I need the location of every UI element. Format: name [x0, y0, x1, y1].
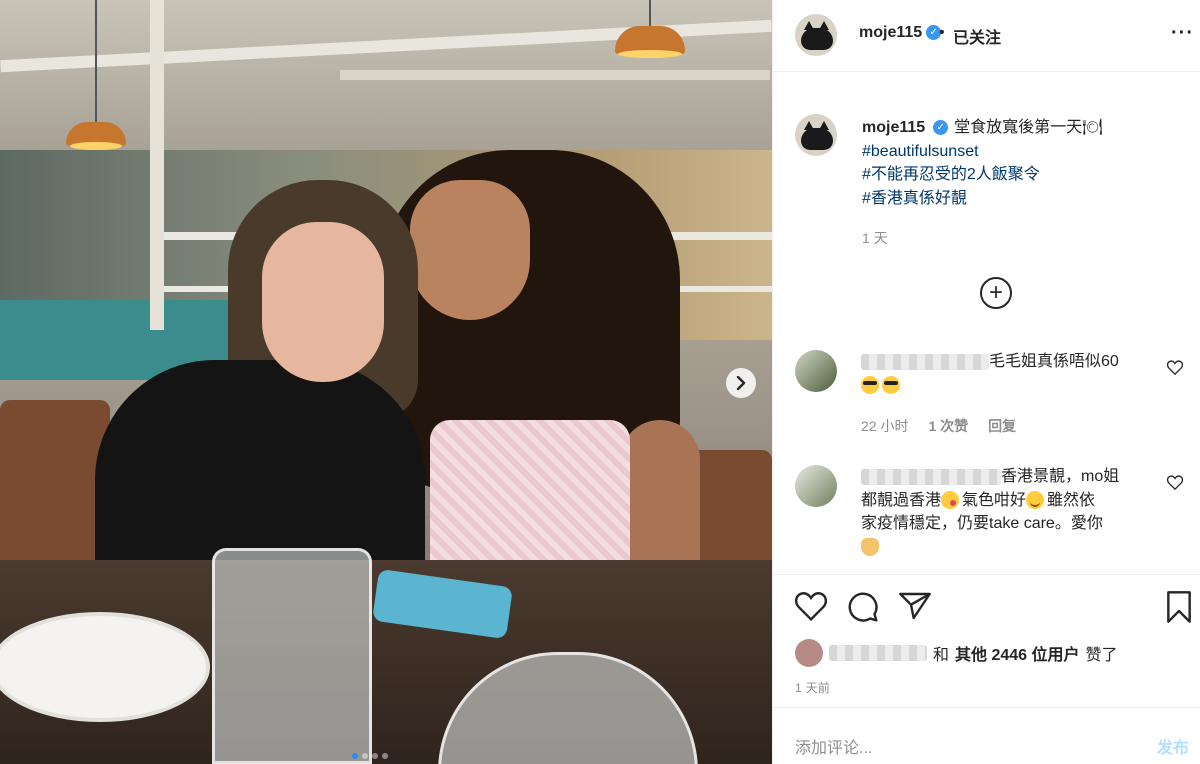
- likes-connector: 和: [933, 647, 950, 664]
- avatar[interactable]: [795, 14, 837, 56]
- hashtag-link[interactable]: #不能再忍受的2人飯聚令: [862, 163, 1182, 187]
- carousel-dot[interactable]: [362, 753, 368, 759]
- post-actions: 和 其他 2446 位用户 赞了 1 天前 添加评论... 发布: [773, 574, 1200, 764]
- reply-button[interactable]: 回复: [988, 416, 1016, 436]
- heart-icon[interactable]: [1166, 475, 1184, 495]
- comment-text: 都靚過香港: [861, 491, 942, 509]
- carousel-dot[interactable]: [372, 753, 378, 759]
- caption-avatar[interactable]: [795, 114, 837, 156]
- comment-bubble-icon[interactable]: [847, 591, 879, 626]
- photo-plate: [0, 612, 210, 722]
- comment-text: 香港景靚，mo姐: [1001, 468, 1120, 485]
- caption: moje115 ✓ 堂食放寬後第一天🍽 #beautifulsunset #不能再忍…: [862, 116, 1182, 210]
- comment-time[interactable]: 22 小时: [861, 416, 908, 436]
- comment-text: 雖然依: [1047, 491, 1096, 509]
- hashtag-link[interactable]: #香港真係好靚: [862, 187, 1182, 211]
- likes-suffix: 赞了: [1085, 647, 1118, 664]
- verified-badge-icon: ✓: [933, 120, 949, 136]
- hand-emoji-icon: [861, 538, 879, 557]
- heart-icon[interactable]: [1166, 360, 1184, 380]
- comment-input[interactable]: 添加评论...: [795, 734, 872, 758]
- avatar[interactable]: [795, 350, 837, 392]
- bookmark-icon[interactable]: [1165, 591, 1193, 626]
- avatar[interactable]: [795, 465, 837, 507]
- redacted-username[interactable]: [829, 645, 927, 661]
- comment-text: 家疫情穩定，仍要take care。愛你: [861, 515, 1103, 532]
- avatar[interactable]: [795, 639, 823, 667]
- sunglasses-emoji-icon: [861, 376, 879, 395]
- caption-username[interactable]: moje115: [862, 119, 925, 136]
- kiss-emoji-icon: [941, 491, 960, 510]
- header-username[interactable]: moje115 ✓: [859, 24, 942, 42]
- photo-person: [410, 180, 530, 320]
- photo-person: [262, 222, 384, 382]
- photo-pillar: [150, 0, 164, 330]
- post-date[interactable]: 1 天前: [795, 679, 830, 696]
- comment-like-count[interactable]: 1 次赞: [928, 416, 968, 436]
- username-link[interactable]: moje115: [859, 24, 922, 41]
- comment-meta: 22 小时 1 次赞 回复: [861, 416, 1016, 436]
- hashtag-link[interactable]: #beautifulsunset: [862, 140, 1182, 164]
- comment-text: 氣色咁好: [962, 491, 1027, 509]
- post-header: moje115 ✓ • 已关注 ···: [773, 0, 1200, 72]
- post-photo[interactable]: [0, 0, 772, 764]
- following-button[interactable]: 已关注: [953, 24, 1001, 48]
- redacted-username[interactable]: [861, 468, 1001, 485]
- chevron-right-icon[interactable]: [726, 368, 756, 398]
- post-sidebar: moje115 ✓ • 已关注 ··· moje115 ✓ 堂食放寬後第一天🍽 #be…: [772, 0, 1200, 764]
- header-separator: •: [939, 24, 945, 41]
- plus-circle-icon[interactable]: +: [980, 277, 1012, 309]
- carousel-dot[interactable]: [352, 753, 358, 759]
- redacted-username[interactable]: [861, 353, 989, 370]
- caption-text: 堂食放寬後第一天🍽: [954, 119, 1103, 136]
- likes-summary: 和 其他 2446 位用户 赞了: [795, 639, 1118, 667]
- likes-count-link[interactable]: 其他 2446 位用户: [955, 641, 1080, 665]
- photo-beam: [340, 70, 770, 80]
- carousel-dot[interactable]: [382, 753, 388, 759]
- post-comment-button[interactable]: 发布: [1157, 734, 1189, 758]
- heart-icon[interactable]: [794, 591, 828, 624]
- smile-emoji-icon: [1026, 491, 1045, 510]
- comment-text: 毛毛姐真係唔似60: [989, 353, 1119, 370]
- caption-time[interactable]: 1 天: [862, 228, 888, 248]
- sunglasses-emoji-icon: [882, 376, 900, 395]
- add-comment-bar: 添加评论... 发布: [773, 707, 1200, 764]
- carousel-dots: [352, 753, 388, 759]
- more-horizontal-icon[interactable]: ···: [1171, 22, 1194, 45]
- paper-plane-icon[interactable]: [899, 591, 931, 624]
- photo-glass: [212, 548, 372, 764]
